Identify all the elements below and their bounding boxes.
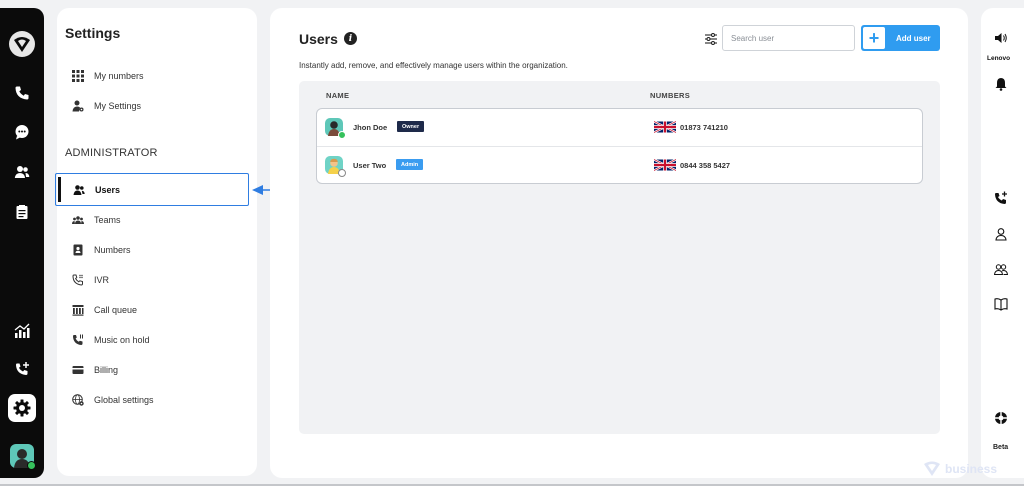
teams-icon <box>72 214 84 226</box>
brand-logo[interactable] <box>6 28 38 60</box>
notes-icon[interactable] <box>12 202 32 222</box>
music-hold-phone-icon <box>72 334 84 346</box>
watermark: business <box>922 461 997 477</box>
menu-item-my-numbers[interactable]: My numbers <box>57 65 257 87</box>
watermark-text: business <box>945 462 998 476</box>
gear-icon <box>13 399 31 417</box>
uk-flag-icon <box>654 121 676 133</box>
table-row[interactable]: Jhon Doe Owner 01873 741210 <box>317 109 922 146</box>
administrator-section-title: ADMINISTRATOR <box>65 147 158 159</box>
menu-item-label: Users <box>95 184 121 195</box>
menu-item-ivr[interactable]: IVR <box>57 269 257 291</box>
add-user-button-label: Add user <box>896 33 931 43</box>
grid-icon <box>72 70 84 82</box>
menu-item-label: My numbers <box>94 71 144 81</box>
bell-icon[interactable] <box>993 76 1009 92</box>
menu-item-music-on-hold[interactable]: Music on hold <box>57 329 257 351</box>
support-lifebuoy-icon[interactable] <box>993 410 1009 426</box>
offline-status-dot <box>338 169 346 177</box>
table-row[interactable]: User Two Admin 0844 358 5427 <box>317 146 922 183</box>
add-call-icon[interactable] <box>993 190 1009 206</box>
ivr-phone-icon <box>72 274 84 286</box>
users-table: NAME NUMBERS Jhon Doe Owner 01873 741210… <box>299 81 940 434</box>
menu-item-global-settings[interactable]: Global settings <box>57 389 257 411</box>
menu-item-billing[interactable]: Billing <box>57 359 257 381</box>
primary-nav-rail <box>0 8 44 478</box>
menu-item-label: IVR <box>94 275 110 285</box>
menu-item-label: Teams <box>94 215 121 225</box>
book-icon[interactable] <box>993 296 1009 312</box>
watermark-logo-icon <box>924 461 940 476</box>
uk-flag-icon <box>654 159 676 171</box>
settings-nav-button[interactable] <box>8 394 36 422</box>
menu-item-users[interactable]: Users <box>55 173 249 206</box>
menu-item-label: Music on hold <box>94 335 150 345</box>
column-header-numbers: NUMBERS <box>650 91 691 100</box>
menu-item-teams[interactable]: Teams <box>57 209 257 231</box>
call-queue-icon <box>72 304 84 316</box>
user-number: 01873 741210 <box>680 123 728 132</box>
right-utility-rail: Lenovo Beta <box>981 8 1024 478</box>
column-header-name: NAME <box>326 91 350 100</box>
number-book-icon <box>72 244 84 256</box>
globe-gear-icon <box>72 394 84 406</box>
role-badge-admin: Admin <box>396 159 424 170</box>
analytics-icon[interactable] <box>12 321 32 341</box>
menu-item-my-settings[interactable]: My Settings <box>57 95 257 117</box>
group-icon[interactable] <box>993 261 1009 277</box>
contacts-icon[interactable] <box>12 162 32 182</box>
users-main-panel: Users i Instantly add, remove, and effec… <box>270 8 968 478</box>
user-avatar <box>325 156 346 177</box>
credit-card-icon <box>72 364 84 376</box>
menu-item-label: Global settings <box>94 395 154 405</box>
user-gear-icon <box>72 100 84 112</box>
add-call-icon[interactable] <box>12 359 32 379</box>
person-icon[interactable] <box>993 226 1009 242</box>
menu-item-label: Numbers <box>94 245 131 255</box>
menu-item-label: Call queue <box>94 305 138 315</box>
page-subtitle: Instantly add, remove, and effectively m… <box>299 61 568 70</box>
search-user-input[interactable] <box>722 25 855 51</box>
user-name: Jhon Doe <box>353 123 388 132</box>
user-number: 0844 358 5427 <box>680 161 731 170</box>
online-status-dot <box>27 461 36 470</box>
current-user-avatar[interactable] <box>10 444 36 470</box>
menu-item-numbers[interactable]: Numbers <box>57 239 257 261</box>
add-user-button[interactable]: + Add user <box>861 25 940 51</box>
users-list: Jhon Doe Owner 01873 741210 User Two Adm… <box>316 108 923 184</box>
phone-icon[interactable] <box>12 83 32 103</box>
beta-label: Beta <box>993 444 1009 451</box>
settings-title: Settings <box>65 25 121 41</box>
user-name: User Two <box>353 161 387 170</box>
online-status-dot <box>338 131 346 139</box>
device-label: Lenovo <box>987 55 1011 62</box>
settings-panel: Settings My numbers My Settings ADMINIST… <box>55 8 257 476</box>
user-avatar <box>325 118 346 139</box>
filter-sliders-icon[interactable] <box>704 32 718 46</box>
speaker-icon[interactable] <box>993 30 1009 46</box>
menu-item-call-queue[interactable]: Call queue <box>57 299 257 321</box>
menu-item-label: Billing <box>94 365 119 375</box>
plus-icon: + <box>863 27 885 49</box>
page-title: Users <box>299 31 338 47</box>
role-badge-owner: Owner <box>397 121 425 132</box>
chat-icon[interactable] <box>12 122 32 142</box>
menu-item-label: My Settings <box>94 101 142 111</box>
info-icon[interactable]: i <box>344 32 357 45</box>
users-icon <box>73 184 85 196</box>
